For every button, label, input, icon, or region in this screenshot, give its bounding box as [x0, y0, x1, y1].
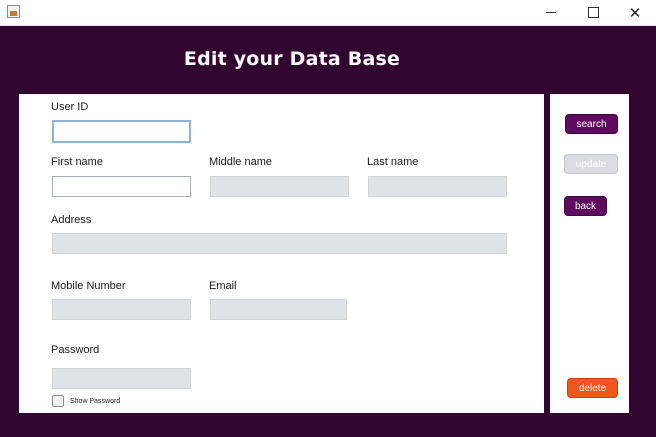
close-icon: ✕	[628, 3, 642, 22]
last-name-input[interactable]	[368, 176, 507, 197]
middle-name-label: Middle name	[209, 156, 272, 168]
minimize-button[interactable]	[529, 0, 573, 25]
show-password-label: Show Password	[70, 398, 121, 405]
search-button[interactable]: search	[565, 114, 618, 134]
show-password-checkbox[interactable]	[52, 395, 64, 407]
email-input[interactable]	[210, 299, 347, 320]
close-button[interactable]: ✕	[613, 0, 656, 25]
mobile-number-input[interactable]	[52, 299, 191, 320]
minimize-icon	[546, 12, 556, 13]
email-label: Email	[209, 280, 237, 292]
back-button[interactable]: back	[564, 196, 607, 216]
last-name-label: Last name	[367, 156, 419, 168]
page-title: Edit your Data Base	[183, 48, 401, 70]
maximize-icon	[587, 7, 599, 18]
address-label: Address	[51, 214, 92, 226]
first-name-input[interactable]	[52, 176, 191, 197]
actions-panel	[550, 94, 629, 413]
middle-name-input[interactable]	[210, 176, 349, 197]
password-label: Password	[51, 344, 100, 356]
update-button[interactable]: update	[564, 154, 618, 174]
maximize-button[interactable]	[571, 0, 615, 25]
java-app-icon	[7, 5, 20, 18]
user-id-input[interactable]	[52, 120, 191, 143]
first-name-label: First name	[51, 156, 103, 168]
user-id-label: User ID	[51, 101, 89, 113]
mobile-number-label: Mobile Number	[51, 280, 126, 292]
address-input[interactable]	[52, 233, 507, 254]
password-input[interactable]	[52, 368, 191, 389]
window-titlebar: ✕	[0, 0, 656, 26]
delete-button[interactable]: delete	[567, 378, 618, 398]
